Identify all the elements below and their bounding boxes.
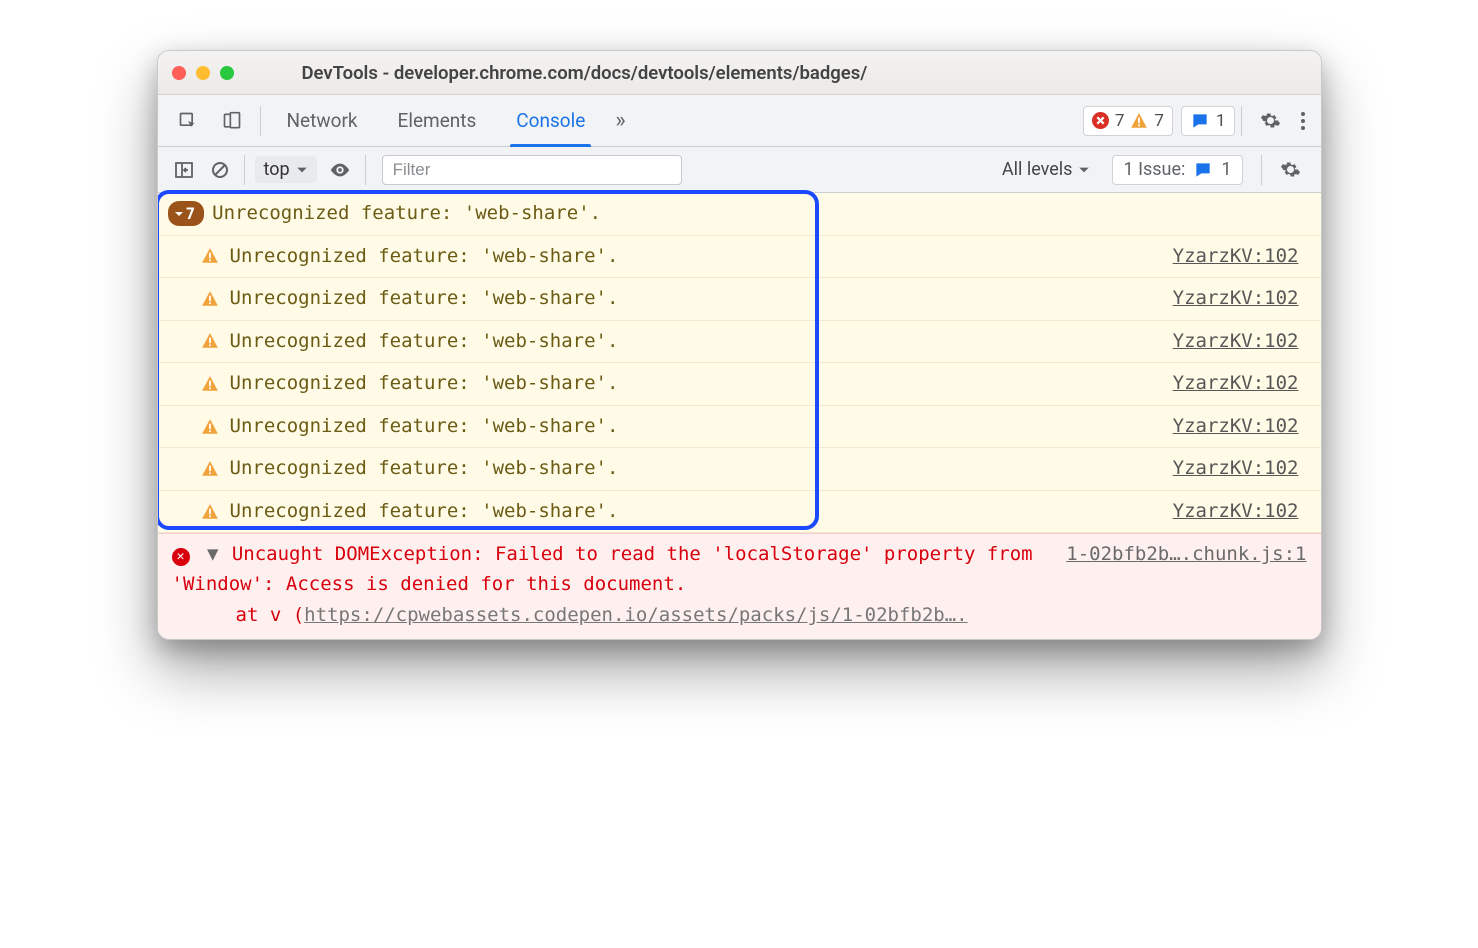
clear-console-icon[interactable] [202,147,238,192]
separator [260,106,261,136]
warning-message-text: Unrecognized feature: 'web-share'. [230,285,619,313]
warning-triangle-icon [200,417,220,437]
device-toggle-icon[interactable] [210,95,254,146]
warning-source-cell: YzarzKV:102 [814,321,1321,364]
console-filter-bar: top All levels 1 Issue: 1 [158,147,1321,193]
warning-message-text: Unrecognized feature: 'web-share'. [230,328,619,356]
warning-source-link[interactable]: YzarzKV:102 [1173,498,1299,526]
warning-source-link[interactable]: YzarzKV:102 [1173,328,1299,356]
issues-label: 1 Issue: [1123,159,1185,180]
warning-row[interactable]: Unrecognized feature: 'web-share'. [158,321,814,364]
warning-triangle-icon [200,374,220,394]
warning-source-link[interactable]: YzarzKV:102 [1173,455,1299,483]
message-count: 1 [1216,111,1226,131]
console-output: 7 Unrecognized feature: 'web-share'. Unrec… [158,193,1321,639]
warning-triangle-icon [200,459,220,479]
warning-group: 7 Unrecognized feature: 'web-share'. Unrec… [158,193,1321,533]
warning-row[interactable]: Unrecognized feature: 'web-share'. [158,448,814,491]
error-source-link[interactable]: 1-02bfb2b….chunk.js:1 [1066,540,1306,569]
warning-row[interactable]: Unrecognized feature: 'web-share'. [158,278,814,321]
context-label: top [264,159,290,180]
warning-row[interactable]: Unrecognized feature: 'web-share'. [158,363,814,406]
warning-triangle-icon [200,502,220,522]
tab-console[interactable]: Console [496,95,605,146]
main-toolbar: Network Elements Console » 7 7 1 [158,95,1321,147]
warning-source-link[interactable]: YzarzKV:102 [1173,285,1299,313]
warning-source-cell: YzarzKV:102 [814,406,1321,449]
error-count: 7 [1115,111,1125,131]
separator [244,155,245,185]
warning-source-cell: YzarzKV:102 [814,491,1321,534]
chevron-down-icon [1078,164,1090,176]
warning-row[interactable]: Unrecognized feature: 'web-share'. [158,406,814,449]
kebab-menu-icon[interactable] [1293,95,1313,146]
live-expression-icon[interactable] [321,147,359,192]
window-controls [172,66,234,80]
message-icon [1190,111,1210,131]
titlebar: DevTools - developer.chrome.com/docs/dev… [158,51,1321,95]
stack-prefix: at v ( [236,604,305,626]
warning-message-text: Unrecognized feature: 'web-share'. [230,370,619,398]
error-entry: ✕ ▼ 1-02bfb2b….chunk.js:1 Uncaught DOMEx… [158,533,1321,638]
filter-input[interactable] [382,155,682,185]
separator [1241,106,1242,136]
warning-triangle-icon [200,331,220,351]
window-title: DevTools - developer.chrome.com/docs/dev… [252,62,1307,84]
error-message-text: Uncaught DOMException: Failed to read th… [172,543,1033,594]
expand-caret-icon[interactable]: ▼ [207,540,218,569]
tab-elements[interactable]: Elements [378,95,497,146]
issues-count: 1 [1221,159,1231,180]
tab-network[interactable]: Network [267,95,378,146]
error-circle-icon [1092,112,1109,129]
stack-link[interactable]: https://cpwebassets.codepen.io/assets/pa… [304,604,967,626]
warning-source-link[interactable]: YzarzKV:102 [1173,413,1299,441]
warning-message-text: Unrecognized feature: 'web-share'. [230,243,619,271]
warning-triangle-icon [1130,112,1148,130]
warning-source-cell: YzarzKV:102 [814,448,1321,491]
chevron-down-icon [174,209,184,219]
error-circle-icon: ✕ [172,548,190,566]
warning-count: 7 [1154,111,1164,131]
warning-source-link[interactable]: YzarzKV:102 [1173,370,1299,398]
levels-label: All levels [1002,159,1073,180]
separator [1261,155,1262,185]
chevron-down-icon [296,164,308,176]
devtools-window: DevTools - developer.chrome.com/docs/dev… [157,50,1322,640]
context-selector[interactable]: top [255,156,317,183]
minimize-button[interactable] [196,66,210,80]
warning-message-text: Unrecognized feature: 'web-share'. [230,455,619,483]
warning-source-cell: YzarzKV:102 [814,363,1321,406]
warning-triangle-icon [200,246,220,266]
inspect-element-icon[interactable] [166,95,210,146]
warning-triangle-icon [200,289,220,309]
warning-source-link[interactable]: YzarzKV:102 [1173,243,1299,271]
more-tabs-icon[interactable]: » [605,108,635,133]
console-settings-icon[interactable] [1268,147,1313,192]
maximize-button[interactable] [220,66,234,80]
warning-summary-text: Unrecognized feature: 'web-share'. [212,200,601,228]
warning-group-count: 7 [186,202,196,225]
separator [365,155,366,185]
stack-line: at v (https://cpwebassets.codepen.io/ass… [172,601,1307,630]
warning-count-pill: 7 [168,201,205,226]
close-button[interactable] [172,66,186,80]
warning-source-cell: YzarzKV:102 [814,236,1321,279]
message-counter[interactable]: 1 [1181,106,1235,136]
issues-chip[interactable]: 1 Issue: 1 [1112,155,1242,185]
settings-icon[interactable] [1248,95,1293,146]
warning-row[interactable]: Unrecognized feature: 'web-share'. [158,236,814,279]
warning-row[interactable]: Unrecognized feature: 'web-share'. [158,491,814,534]
warning-message-text: Unrecognized feature: 'web-share'. [230,498,619,526]
message-icon [1193,160,1213,180]
error-warning-counter[interactable]: 7 7 [1083,106,1173,136]
warning-source-cell: YzarzKV:102 [814,278,1321,321]
warning-group-header[interactable]: 7 Unrecognized feature: 'web-share'. [158,193,814,236]
warning-message-text: Unrecognized feature: 'web-share'. [230,413,619,441]
console-sidebar-toggle-icon[interactable] [166,147,202,192]
log-levels-selector[interactable]: All levels [992,159,1101,180]
